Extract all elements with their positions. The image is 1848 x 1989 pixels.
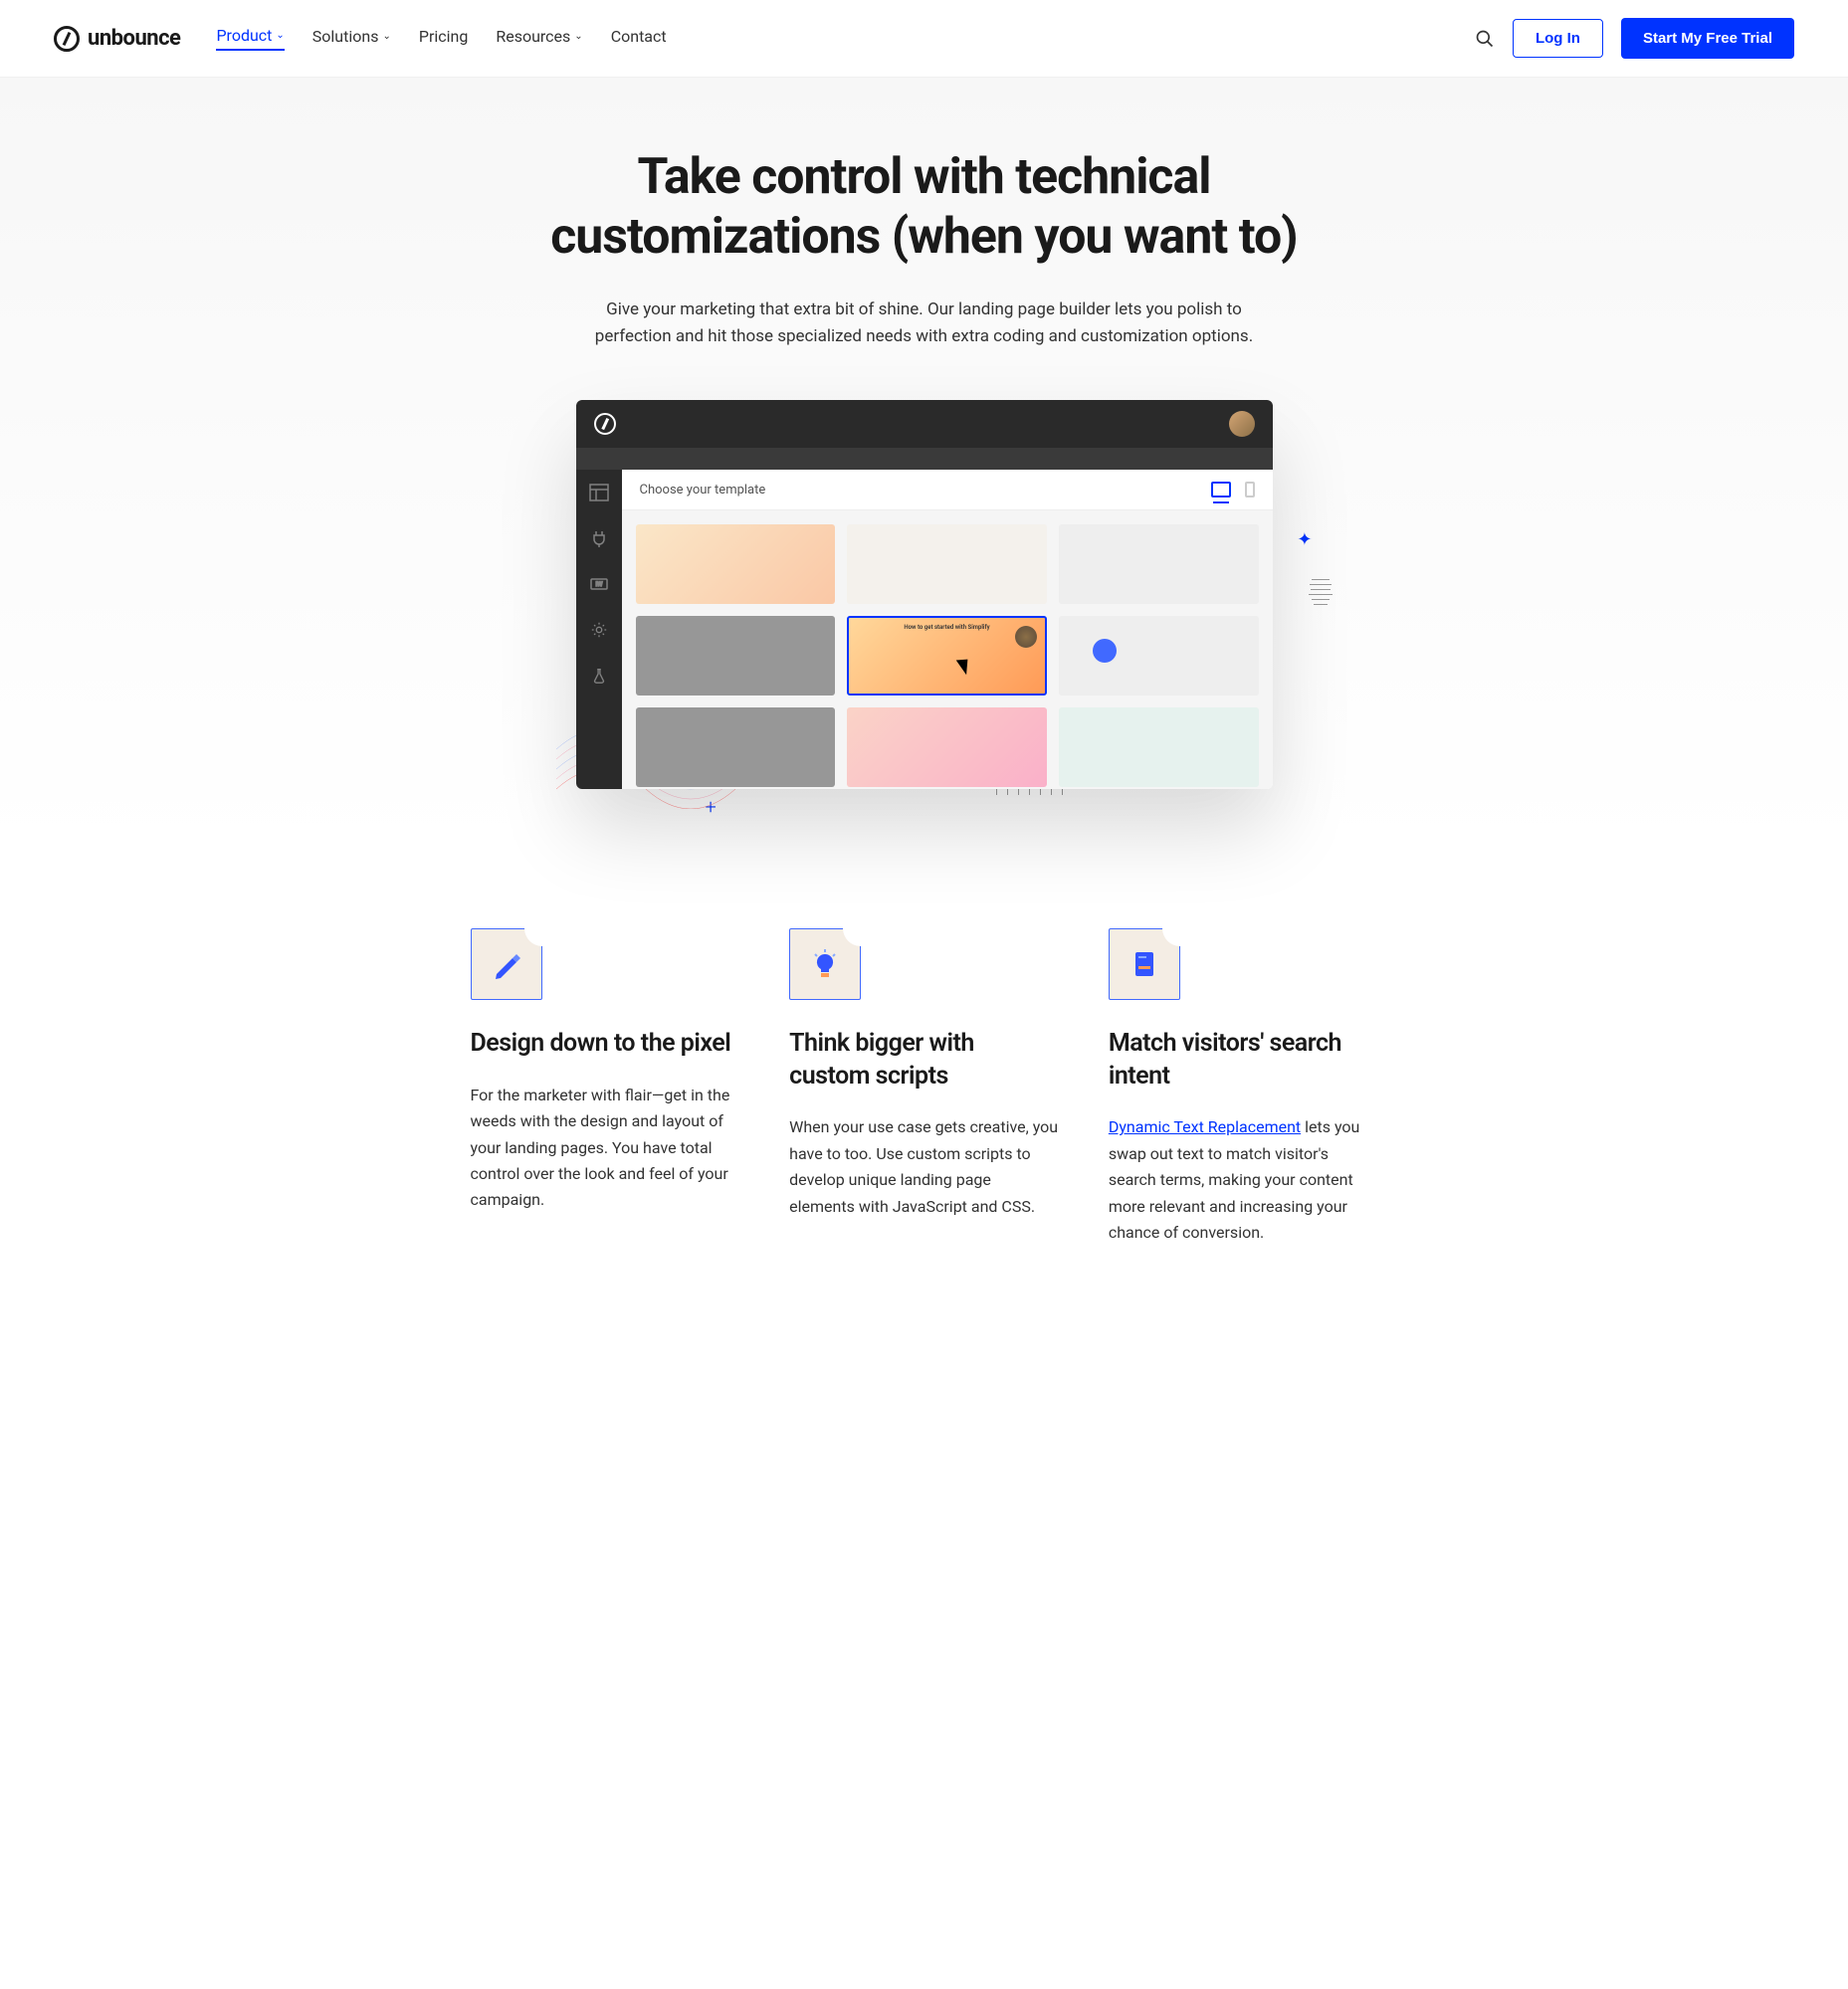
lightbulb-icon xyxy=(789,928,861,1000)
header-right: Log In Start My Free Trial xyxy=(1475,18,1794,59)
logo-text: unbounce xyxy=(88,26,180,51)
nav-pricing[interactable]: Pricing xyxy=(419,26,469,51)
nav-solutions[interactable]: Solutions ⌄ xyxy=(312,26,391,51)
nav-contact[interactable]: Contact xyxy=(611,26,667,51)
feature-body: For the marketer with flair—get in the w… xyxy=(471,1083,740,1214)
toolbar-label: Choose your template xyxy=(640,483,766,497)
hero-section: Take control with technical customizatio… xyxy=(0,78,1848,849)
plug-icon[interactable] xyxy=(589,529,609,547)
mobile-view-button[interactable] xyxy=(1245,482,1255,497)
chevron-down-icon: ⌄ xyxy=(574,31,582,42)
document-icon xyxy=(1109,928,1180,1000)
app-topbar xyxy=(576,400,1273,448)
nav-resources[interactable]: Resources ⌄ xyxy=(496,26,582,51)
app-logo-icon xyxy=(594,413,616,435)
template-thumbnail[interactable] xyxy=(636,524,836,604)
nav-product[interactable]: Product ⌄ xyxy=(216,26,284,51)
app-subbar xyxy=(576,448,1273,470)
template-thumbnail[interactable] xyxy=(1059,616,1259,696)
feature-title: Match visitors' search intent xyxy=(1109,1028,1378,1093)
app-sidebar: IW xyxy=(576,470,622,789)
feature-title: Design down to the pixel xyxy=(471,1028,740,1061)
feature-body: When your use case gets creative, you ha… xyxy=(789,1114,1059,1220)
chevron-down-icon: ⌄ xyxy=(382,31,390,42)
template-thumbnail[interactable] xyxy=(847,524,1047,604)
preview-dot-icon xyxy=(1093,639,1117,663)
pencil-icon xyxy=(471,928,542,1000)
card-icon[interactable]: IW xyxy=(589,575,609,593)
primary-nav: Product ⌄ Solutions ⌄ Pricing Resources … xyxy=(216,26,666,51)
start-trial-button[interactable]: Start My Free Trial xyxy=(1621,18,1794,59)
logo[interactable]: unbounce xyxy=(54,26,180,52)
desktop-view-button[interactable] xyxy=(1211,482,1231,497)
flask-icon[interactable] xyxy=(589,667,609,685)
template-thumbnail[interactable] xyxy=(636,616,836,696)
app-toolbar: Choose your template xyxy=(622,470,1273,510)
chevron-down-icon: ⌄ xyxy=(276,30,284,41)
hero-subtitle: Give your marketing that extra bit of sh… xyxy=(586,297,1263,350)
app-window: IW Choose your template xyxy=(576,400,1273,789)
template-grid: How to get started with Simplify xyxy=(622,510,1273,789)
login-button[interactable]: Log In xyxy=(1513,19,1603,58)
feature-body: Dynamic Text Replacement lets you swap o… xyxy=(1109,1114,1378,1246)
avatar[interactable] xyxy=(1229,411,1255,437)
template-thumbnail[interactable] xyxy=(1059,707,1259,787)
feature-design: Design down to the pixel For the markete… xyxy=(471,928,740,1246)
template-thumbnail[interactable] xyxy=(847,707,1047,787)
gear-icon[interactable] xyxy=(589,621,609,639)
template-thumbnail[interactable] xyxy=(636,707,836,787)
device-toggle xyxy=(1211,482,1255,497)
dynamic-text-replacement-link[interactable]: Dynamic Text Replacement xyxy=(1109,1117,1301,1136)
features-section: Design down to the pixel For the markete… xyxy=(417,928,1432,1246)
hero-title: Take control with technical customizatio… xyxy=(546,147,1303,267)
feature-scripts: Think bigger with custom scripts When yo… xyxy=(789,928,1059,1246)
template-title: How to get started with Simplify xyxy=(855,624,1039,631)
app-main: Choose your template How to get started … xyxy=(622,470,1273,789)
template-thumbnail-selected[interactable]: How to get started with Simplify xyxy=(847,616,1047,696)
sparkle-decoration-icon: ✦ xyxy=(1297,529,1312,550)
logo-mark-icon xyxy=(54,26,80,52)
site-header: unbounce Product ⌄ Solutions ⌄ Pricing R… xyxy=(0,0,1848,78)
header-left: unbounce Product ⌄ Solutions ⌄ Pricing R… xyxy=(54,26,667,52)
lines-decoration-icon xyxy=(1309,579,1333,605)
feature-title: Think bigger with custom scripts xyxy=(789,1028,1059,1093)
app-body: IW Choose your template xyxy=(576,470,1273,789)
layout-icon[interactable] xyxy=(589,484,609,501)
template-thumbnail[interactable] xyxy=(1059,524,1259,604)
feature-search-intent: Match visitors' search intent Dynamic Te… xyxy=(1109,928,1378,1246)
app-preview: + ✦ + IW xyxy=(477,400,1372,789)
svg-text:IW: IW xyxy=(595,581,603,588)
search-icon[interactable] xyxy=(1475,29,1495,49)
